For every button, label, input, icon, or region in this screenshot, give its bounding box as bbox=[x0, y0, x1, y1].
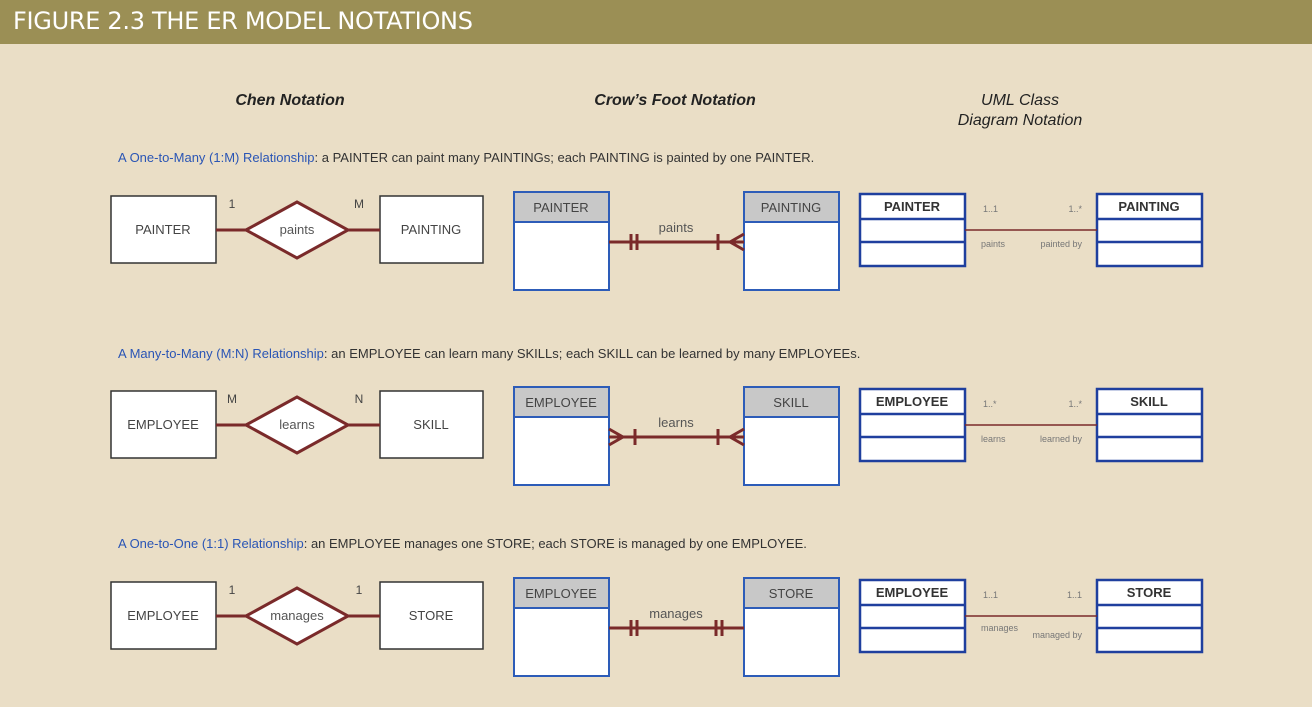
chen-entity-label: EMPLOYEE bbox=[127, 417, 199, 432]
crowsfoot-relationship-label: paints bbox=[659, 220, 694, 235]
uml-class-name: PAINTER bbox=[884, 199, 941, 214]
chen-cardinality-right: M bbox=[354, 197, 364, 211]
crowsfoot-relationship-label: learns bbox=[658, 415, 694, 430]
chen-cardinality-right: N bbox=[355, 392, 364, 406]
chen-entity-label: PAINTER bbox=[135, 222, 190, 237]
chen-relationship-label: paints bbox=[280, 222, 315, 237]
chen-cardinality-left: 1 bbox=[229, 583, 236, 597]
uml-role-left: learns bbox=[981, 434, 1006, 444]
crowsfoot-relationship-label: manages bbox=[649, 606, 703, 621]
chen-cardinality-left: 1 bbox=[229, 197, 236, 211]
crowsfoot-entity-label: EMPLOYEE bbox=[525, 586, 597, 601]
uml-role-right: learned by bbox=[1040, 434, 1083, 444]
uml-multiplicity-left: 1..1 bbox=[983, 204, 998, 214]
chen-entity-label: EMPLOYEE bbox=[127, 608, 199, 623]
chen-entity-label: PAINTING bbox=[401, 222, 461, 237]
chen-entity-label: SKILL bbox=[413, 417, 448, 432]
chen-relationship-label: learns bbox=[279, 417, 315, 432]
uml-class-name: EMPLOYEE bbox=[876, 394, 949, 409]
er-notation-diagram: PAINTER PAINTING paints 1 M PAINTER PAINTING pa… bbox=[110, 191, 1204, 677]
crowsfoot-entity-label: EMPLOYEE bbox=[525, 395, 597, 410]
uml-class-name: EMPLOYEE bbox=[876, 585, 949, 600]
uml-role-right: painted by bbox=[1040, 239, 1082, 249]
uml-multiplicity-left: 1..1 bbox=[983, 590, 998, 600]
chen-cardinality-left: M bbox=[227, 392, 237, 406]
uml-role-left: manages bbox=[981, 623, 1019, 633]
chen-entity-label: STORE bbox=[409, 608, 454, 623]
uml-class-name: SKILL bbox=[1130, 394, 1168, 409]
chen-relationship-label: manages bbox=[270, 608, 324, 623]
uml-multiplicity-right: 1..* bbox=[1068, 399, 1082, 409]
crowsfoot-entity-label: STORE bbox=[769, 586, 814, 601]
crowsfoot-entity-label: PAINTING bbox=[761, 200, 821, 215]
uml-class-name: PAINTING bbox=[1118, 199, 1179, 214]
uml-multiplicity-left: 1..* bbox=[983, 399, 997, 409]
uml-role-left: paints bbox=[981, 239, 1006, 249]
chen-cardinality-right: 1 bbox=[356, 583, 363, 597]
crowsfoot-entity-label: SKILL bbox=[773, 395, 808, 410]
uml-role-right: managed by bbox=[1032, 630, 1082, 640]
uml-class-name: STORE bbox=[1127, 585, 1172, 600]
uml-multiplicity-right: 1..1 bbox=[1067, 590, 1082, 600]
uml-multiplicity-right: 1..* bbox=[1068, 204, 1082, 214]
crowsfoot-entity-label: PAINTER bbox=[533, 200, 588, 215]
